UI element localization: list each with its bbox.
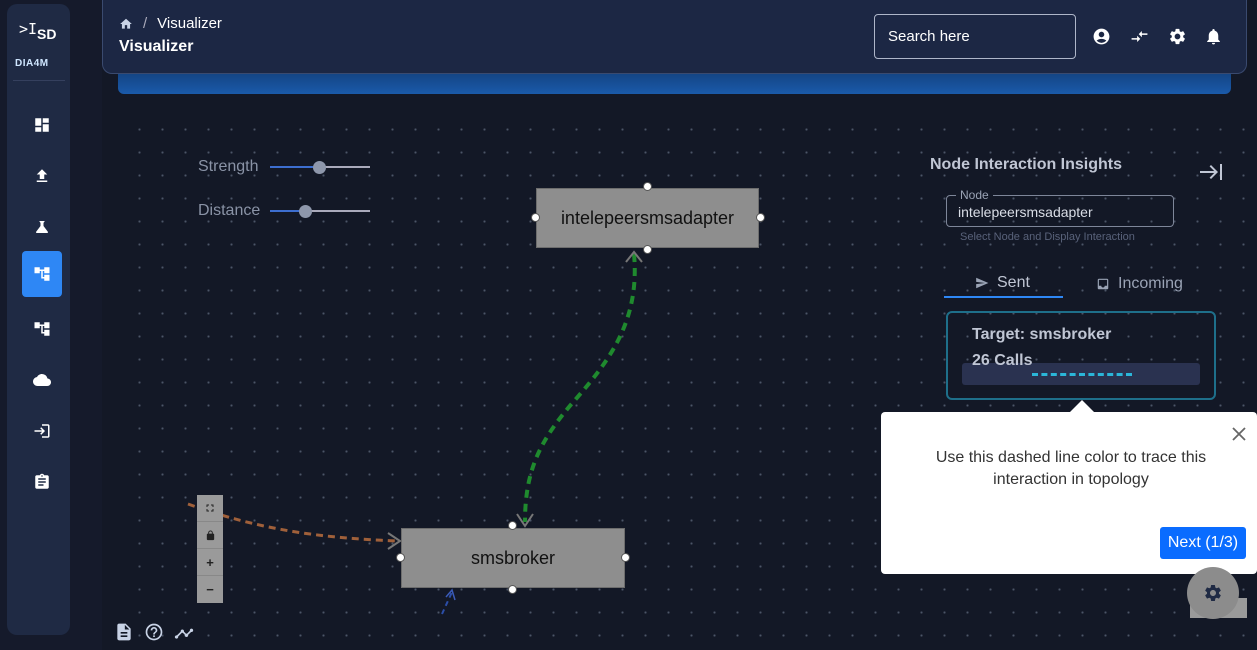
strength-slider[interactable] — [270, 159, 370, 175]
tree-icon — [34, 322, 50, 336]
tab-sent[interactable]: Sent — [944, 270, 1063, 298]
breadcrumb-current: Visualizer — [157, 15, 222, 32]
dashboard-icon — [35, 118, 49, 132]
zoom-out-button[interactable]: − — [197, 576, 223, 603]
close-tour-button[interactable] — [1230, 425, 1248, 443]
sidebar-item-upload[interactable] — [22, 153, 62, 199]
lock-button[interactable] — [197, 522, 223, 549]
compare-button[interactable] — [1129, 26, 1149, 46]
compare-arrows-icon — [1131, 30, 1147, 42]
notifications-button[interactable] — [1203, 26, 1223, 46]
sidebar-item-lab[interactable] — [22, 204, 62, 250]
strength-label: Strength — [198, 158, 259, 175]
brand-mark: SD — [37, 26, 57, 42]
help-icon[interactable] — [144, 622, 164, 642]
bell-icon — [1206, 28, 1220, 44]
fullscreen-button[interactable] — [197, 495, 223, 522]
node-port-right[interactable] — [756, 213, 765, 222]
sidebar-item-clipboard[interactable] — [22, 459, 62, 505]
node-field-label: Node — [956, 188, 993, 202]
node-select-field[interactable]: Node intelepeersmsadapter — [946, 188, 1174, 227]
canvas-footer-tools — [114, 622, 194, 642]
distance-thumb[interactable] — [299, 205, 312, 218]
node-port-right[interactable] — [621, 553, 630, 562]
sidebar-item-login[interactable] — [22, 408, 62, 454]
tree-icon — [34, 267, 50, 281]
sidebar-item-cloud[interactable] — [22, 357, 62, 403]
account-circle-icon — [1093, 28, 1109, 44]
node-field-value: intelepeersmsadapter — [958, 204, 1093, 220]
account-button[interactable] — [1091, 26, 1111, 46]
distance-label: Distance — [198, 202, 261, 219]
inbox-icon — [1097, 278, 1109, 290]
collapse-panel-button[interactable] — [1199, 162, 1223, 182]
logo: >I SD DIA4M — [7, 12, 70, 72]
node-port-top[interactable] — [643, 182, 652, 191]
sidebar-item-dashboard[interactable] — [22, 102, 62, 148]
tour-message: Use this dashed line color to trace this… — [935, 449, 1207, 488]
graph-node[interactable]: smsbroker — [401, 528, 625, 588]
analytics-icon[interactable] — [174, 622, 194, 642]
document-icon[interactable] — [114, 622, 134, 642]
node-port-bottom[interactable] — [643, 245, 652, 254]
collapse-sidebar-icon[interactable]: >I — [19, 20, 37, 38]
settings-fab[interactable] — [1187, 567, 1239, 619]
sidebar-item-visualizer[interactable] — [22, 251, 62, 297]
interaction-target: Target: smsbroker — [972, 326, 1112, 343]
fullscreen-icon — [206, 504, 214, 512]
zoom-in-button[interactable]: + — [197, 549, 223, 576]
node-port-left[interactable] — [396, 553, 405, 562]
strength-thumb[interactable] — [313, 161, 326, 174]
node-port-left[interactable] — [531, 213, 540, 222]
gear-icon — [1169, 28, 1185, 44]
tab-incoming[interactable]: Incoming — [1096, 270, 1183, 298]
sidebar-divider — [13, 80, 65, 81]
collapse-right-icon — [1200, 164, 1222, 180]
gear-icon — [1205, 585, 1221, 601]
graph-node[interactable]: intelepeersmsadapter — [536, 188, 759, 248]
tab-incoming-label: Incoming — [1118, 275, 1183, 292]
distance-slider[interactable] — [270, 203, 370, 219]
node-port-bottom[interactable] — [508, 585, 517, 594]
cloud-icon — [33, 374, 51, 386]
settings-button[interactable] — [1167, 26, 1187, 46]
node-port-top[interactable] — [508, 521, 517, 530]
dashed-line-swatch — [1032, 373, 1132, 376]
zoom-controls: + − — [197, 495, 223, 603]
breadcrumb: / Visualizer — [119, 15, 222, 32]
sidebar-item-topology[interactable] — [22, 306, 62, 352]
strength-fill — [270, 166, 319, 168]
close-icon — [1232, 427, 1246, 441]
top-bar: / Visualizer Visualizer — [102, 0, 1247, 74]
lock-icon — [206, 529, 214, 540]
panel-title: Node Interaction Insights — [930, 156, 1123, 173]
interaction-calls: 26 Calls — [972, 352, 1033, 369]
tab-sent-label: Sent — [997, 274, 1030, 291]
send-icon — [976, 277, 989, 289]
interaction-card[interactable]: Target: smsbroker 26 Calls — [946, 311, 1216, 400]
sidebar: >I SD DIA4M — [7, 4, 70, 635]
tour-popover: Use this dashed line color to trace this… — [881, 400, 1257, 574]
breadcrumb-separator: / — [143, 15, 148, 32]
upload-icon — [36, 169, 48, 182]
brand-name: DIA4M — [15, 58, 49, 69]
page-title: Visualizer — [119, 38, 194, 55]
search-input[interactable] — [874, 14, 1076, 59]
tour-next-button[interactable]: Next (1/3) — [1160, 527, 1246, 559]
home-icon[interactable] — [119, 17, 133, 31]
node-field-helper: Select Node and Display Interaction — [960, 231, 1135, 243]
clipboard-icon — [35, 473, 49, 489]
login-icon — [34, 424, 50, 438]
popover-arrow — [1069, 400, 1095, 413]
flask-icon — [35, 221, 49, 233]
